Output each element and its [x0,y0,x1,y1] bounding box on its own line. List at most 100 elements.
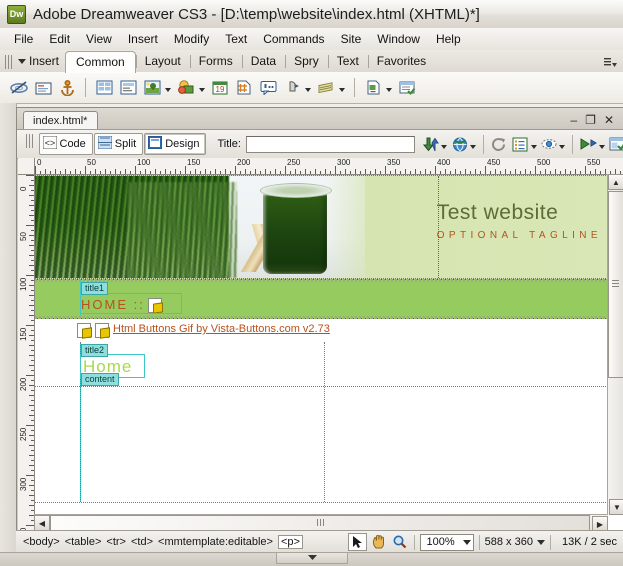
title-input[interactable] [245,135,415,153]
ruler-tick [360,171,361,174]
tab-common[interactable]: Common [65,51,136,73]
ruler-tick [75,169,76,174]
code-view-button[interactable]: <> Code [38,133,93,155]
table-icon[interactable] [93,77,115,99]
hyperlink-icon[interactable] [8,77,30,99]
close-icon[interactable]: ✕ [604,114,614,126]
head-tags-icon[interactable] [281,77,303,99]
comment-icon[interactable] [257,77,279,99]
split-view-button[interactable]: Split [93,133,144,155]
ruler-tick [29,455,34,456]
editable-region-label-title1[interactable]: title1 [81,282,109,295]
tab-forms[interactable]: Forms [189,51,242,72]
validate-markup-icon[interactable] [578,133,599,155]
refresh-design-view-icon[interactable] [489,133,510,155]
zoom-level-select[interactable]: 100% [420,533,474,551]
toolbar-gripper[interactable] [26,134,35,148]
tab-text[interactable]: Text [327,51,368,72]
restore-icon[interactable]: ❐ [585,114,596,126]
vertical-scroll-thumb[interactable] [608,191,623,378]
menu-item-text[interactable]: Text [217,30,255,48]
ruler-origin-corner[interactable] [18,158,35,175]
chevron-down-icon[interactable] [470,144,477,149]
menu-item-file[interactable]: File [6,30,41,48]
insert-panel-toggle[interactable]: Insert [18,54,65,72]
tag-td[interactable]: <td> [131,536,153,548]
media-icon[interactable] [175,77,197,99]
tab-data[interactable]: Data [241,51,285,72]
ruler-tick [31,220,34,221]
menu-item-help[interactable]: Help [428,30,469,48]
tab-favorites[interactable]: Favorites [367,51,435,72]
select-tool-icon[interactable] [348,533,368,551]
chevron-down-icon[interactable] [462,539,471,545]
design-view-button[interactable]: Design [144,133,207,155]
hand-tool-icon[interactable] [369,532,389,552]
menu-item-modify[interactable]: Modify [166,30,217,48]
window-size-select[interactable]: 588 x 360 [485,536,545,548]
ruler-label: 50 [87,158,96,167]
view-options-icon[interactable] [510,133,531,155]
menu-item-edit[interactable]: Edit [41,30,78,48]
scroll-right-button[interactable]: ▶ [592,516,608,531]
ruler-tick [29,205,34,206]
file-management-icon[interactable] [421,133,442,155]
chevron-down-icon[interactable] [305,88,311,92]
chevron-down-icon[interactable] [599,144,606,149]
tab-spry[interactable]: Spry [285,51,328,72]
preview-in-browser-icon[interactable] [449,133,470,155]
chevron-down-icon[interactable] [386,88,392,92]
tag-chooser-icon[interactable] [396,77,418,99]
ruler-tick [435,166,436,174]
broken-image-icon[interactable] [95,323,110,339]
scroll-up-button[interactable]: ▲ [608,174,623,190]
panel-expand-handle[interactable] [276,553,348,564]
menu-item-view[interactable]: View [78,30,120,48]
tag-mmtemplate-editable[interactable]: <mmtemplate:editable> [158,536,273,548]
chevron-down-icon[interactable] [441,144,448,149]
chevron-down-icon[interactable] [530,144,537,149]
minimize-icon[interactable]: – [570,114,577,126]
menu-item-insert[interactable]: Insert [120,30,166,48]
content-region-label[interactable]: content [81,373,119,386]
chevron-down-icon[interactable] [536,539,545,545]
email-link-icon[interactable] [32,77,54,99]
canvas-vertical-scrollbar[interactable]: ▲ ▼ [607,174,623,515]
tag-table[interactable]: <table> [65,536,102,548]
editable-region-label-title2[interactable]: title2 [81,344,109,357]
tab-layout[interactable]: Layout [135,51,190,72]
tag-p[interactable]: <p> [277,535,303,549]
vista-buttons-credit-link[interactable]: Html Buttons Gif by Vista-Buttons.com v2… [113,323,330,335]
insert-div-tag-icon[interactable] [117,77,139,99]
panel-gripper[interactable] [5,55,14,69]
named-anchor-icon[interactable] [56,77,78,99]
zoom-tool-icon[interactable] [389,532,409,552]
canvas-horizontal-scrollbar[interactable]: ◀ ▶ [34,514,608,531]
document-tab-index-html[interactable]: index.html* [23,111,99,130]
tag-tr[interactable]: <tr> [106,536,126,548]
chevron-down-icon[interactable] [165,88,171,92]
check-browser-compatibility-icon[interactable] [607,133,623,155]
scroll-down-button[interactable]: ▼ [609,499,623,515]
menu-item-commands[interactable]: Commands [255,30,332,48]
panel-options-icon[interactable] [604,57,617,69]
templates-icon[interactable] [315,77,337,99]
chevron-down-icon[interactable] [199,88,205,92]
script-icon[interactable] [362,77,384,99]
ruler-tick [590,171,591,174]
horizontal-scroll-thumb[interactable] [50,515,590,531]
server-side-include-icon[interactable] [233,77,255,99]
date-icon[interactable]: 19 [209,77,231,99]
ruler-tick [445,169,446,174]
tag-body[interactable]: <body> [23,536,60,548]
menu-item-window[interactable]: Window [369,30,428,48]
ruler-tick [35,166,36,174]
image-icon[interactable] [141,77,163,99]
broken-image-icon[interactable] [77,323,92,339]
chevron-down-icon[interactable] [559,144,566,149]
chevron-down-icon[interactable] [339,88,345,92]
scroll-left-button[interactable]: ◀ [34,515,50,531]
ruler-tick [31,480,34,481]
visual-aids-icon[interactable] [539,133,560,155]
menu-item-site[interactable]: Site [333,30,370,48]
